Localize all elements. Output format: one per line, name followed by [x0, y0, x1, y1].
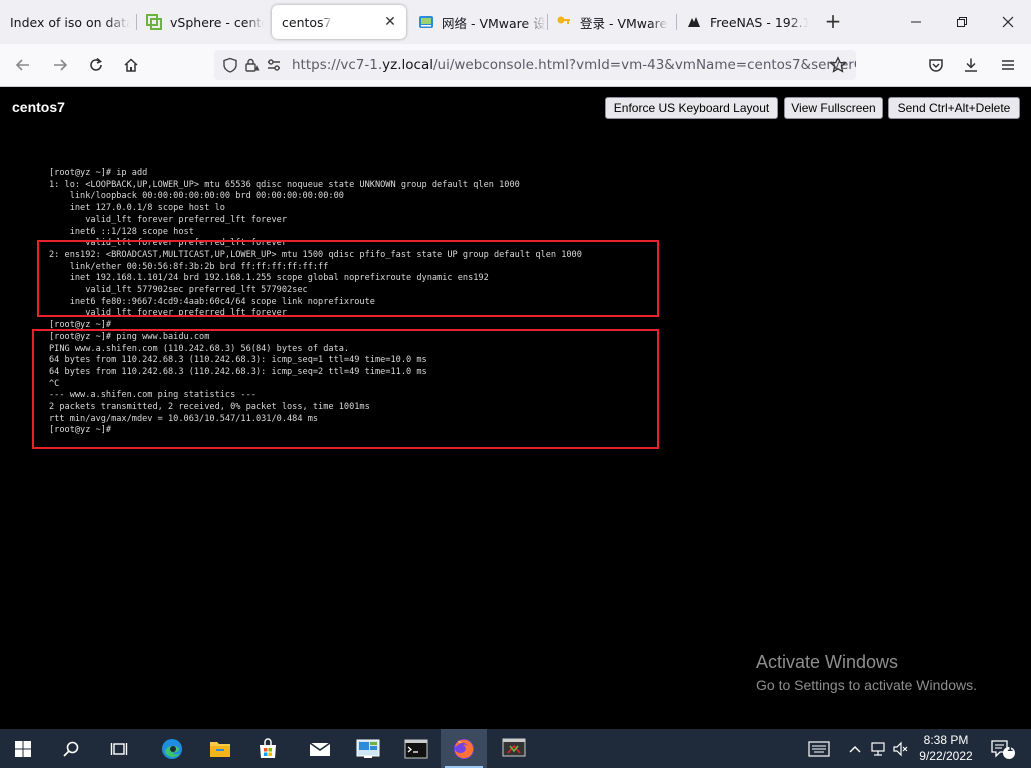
- vsphere-icon: [146, 14, 162, 30]
- enforce-us-keyboard-button[interactable]: Enforce US Keyboard Layout: [605, 97, 778, 119]
- tab-label: vSphere - centos7: [170, 14, 264, 30]
- freenas-icon: [686, 14, 702, 30]
- network-console-icon[interactable]: [491, 729, 537, 768]
- send-ctrl-alt-delete-button[interactable]: Send Ctrl+Alt+Delete: [888, 97, 1020, 119]
- back-button[interactable]: [11, 53, 35, 77]
- watermark-subtitle: Go to Settings to activate Windows.: [756, 677, 977, 693]
- clock-date: 9/22/2022: [919, 749, 973, 763]
- tab-vmware-login[interactable]: 登录 - VMware ES: [556, 5, 668, 39]
- tab-centos7[interactable]: centos7 ✕: [272, 5, 406, 39]
- remote-desktop-icon[interactable]: [345, 729, 391, 768]
- shield-icon[interactable]: [220, 55, 240, 75]
- browser-nav-bar: https://vc7-1.yz.local/ui/webconsole.htm…: [0, 44, 1031, 87]
- tab-freenas[interactable]: FreeNAS - 192.168: [686, 5, 808, 39]
- menu-hamburger-icon[interactable]: [996, 53, 1020, 77]
- windows-taskbar: 8:38 PM 9/22/2022 1: [0, 729, 1031, 768]
- close-tab-icon[interactable]: ✕: [382, 14, 398, 30]
- mail-icon[interactable]: [297, 729, 343, 768]
- taskbar-clock[interactable]: 8:38 PM 9/22/2022: [908, 732, 984, 764]
- highlight-box-ping: [32, 329, 659, 449]
- tab-label: 登录 - VMware ES: [580, 15, 668, 31]
- activate-windows-watermark: Activate Windows Go to Settings to activ…: [756, 652, 977, 693]
- notification-center-icon[interactable]: 1: [988, 729, 1018, 768]
- permissions-icon[interactable]: [264, 55, 284, 75]
- tab-separator: [676, 14, 677, 30]
- lock-warning-icon[interactable]: [242, 55, 262, 75]
- notification-count-badge: 1: [1006, 743, 1014, 754]
- reload-button[interactable]: [84, 53, 108, 77]
- url-bar[interactable]: https://vc7-1.yz.local/ui/webconsole.htm…: [214, 50, 856, 80]
- new-tab-button[interactable]: +: [821, 10, 845, 34]
- tab-separator: [547, 14, 548, 30]
- terminal-icon[interactable]: [393, 729, 439, 768]
- tab-index-of-iso[interactable]: Index of iso on datast: [10, 5, 130, 39]
- highlight-box-ens192: [37, 240, 659, 317]
- chevron-up-icon[interactable]: [846, 729, 864, 768]
- browser-tab-strip: Index of iso on datast vSphere - centos7…: [0, 0, 1031, 44]
- tab-label: FreeNAS - 192.168: [710, 14, 808, 30]
- vmware-icon: [418, 14, 434, 30]
- tab-separator: [136, 14, 137, 30]
- search-icon[interactable]: [48, 729, 94, 768]
- view-fullscreen-button[interactable]: View Fullscreen: [784, 97, 883, 119]
- url-text[interactable]: https://vc7-1.yz.local/ui/webconsole.htm…: [292, 57, 856, 73]
- url-host: yz.local: [382, 57, 433, 73]
- watermark-title: Activate Windows: [756, 652, 899, 672]
- start-button[interactable]: [0, 729, 46, 768]
- terminal-line: [root@yz ~]# ip add: [49, 168, 148, 178]
- url-path: /ui/webconsole.html?vmId=vm-43&vmName=ce…: [432, 57, 856, 73]
- forward-button[interactable]: [48, 53, 72, 77]
- store-icon[interactable]: [245, 729, 291, 768]
- terminal-line: link/loopback 00:00:00:00:00:00 brd 00:0…: [49, 191, 344, 202]
- key-icon: [556, 14, 572, 30]
- minimize-button[interactable]: [893, 0, 939, 44]
- file-explorer-icon[interactable]: [197, 729, 243, 768]
- firefox-icon[interactable]: [441, 729, 487, 768]
- bookmark-star-icon[interactable]: [826, 53, 850, 77]
- task-view-icon[interactable]: [96, 729, 142, 768]
- downloads-icon[interactable]: [959, 53, 983, 77]
- web-console[interactable]: centos7 Enforce US Keyboard Layout View …: [0, 87, 1031, 729]
- network-status-icon[interactable]: [868, 729, 890, 768]
- terminal-line: inet6 ::1/128 scope host: [49, 226, 194, 237]
- vm-name-title: centos7: [12, 99, 65, 115]
- terminal-line: 1: lo: <LOOPBACK,UP,LOWER_UP> mtu 65536 …: [49, 179, 520, 190]
- pocket-icon[interactable]: [924, 53, 948, 77]
- clock-time: 8:38 PM: [923, 733, 969, 747]
- tab-label: Index of iso on datast: [10, 14, 130, 30]
- tab-vsphere[interactable]: vSphere - centos7: [146, 5, 264, 39]
- tab-vmware-network[interactable]: 网络 - VMware 设: [418, 5, 546, 39]
- close-window-button[interactable]: [985, 0, 1031, 44]
- tab-label: 网络 - VMware 设: [442, 15, 546, 31]
- ime-icon[interactable]: [804, 729, 834, 768]
- maximize-button[interactable]: [939, 0, 985, 44]
- terminal-line: inet 127.0.0.1/8 scope host lo: [49, 203, 225, 214]
- home-button[interactable]: [119, 53, 143, 77]
- terminal-line: valid_lft forever preferred_lft forever: [49, 214, 287, 225]
- url-prefix: https://vc7-1.: [292, 57, 383, 73]
- edge-icon[interactable]: [149, 729, 195, 768]
- tab-label: centos7: [282, 14, 332, 30]
